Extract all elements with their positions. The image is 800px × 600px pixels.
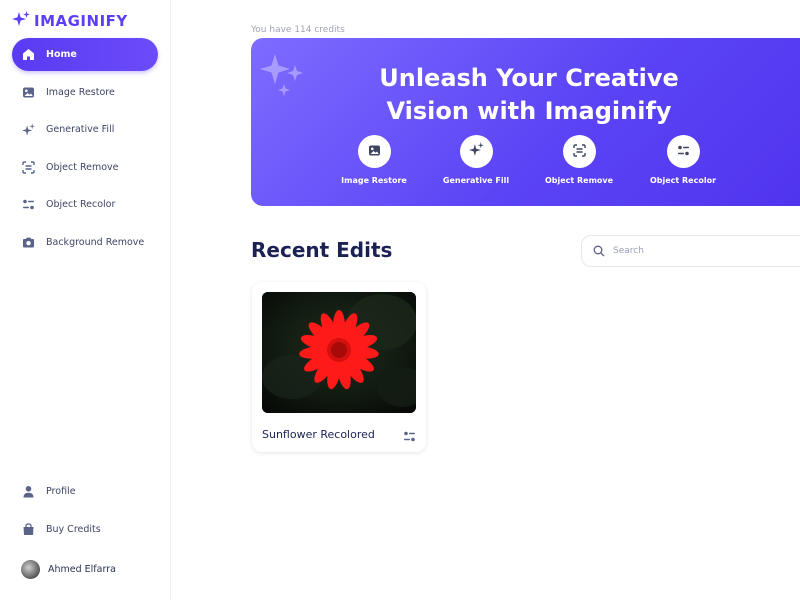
tool-image-restore[interactable]: Image Restore	[329, 135, 419, 185]
tool-generative-fill[interactable]: Generative Fill	[431, 135, 521, 185]
scan-icon	[572, 142, 586, 161]
sidebar-item-home[interactable]: Home	[12, 38, 158, 71]
sidebar: IMAGINIFY Home Image Restore Generative …	[0, 0, 171, 600]
sparkles-icon	[468, 142, 484, 161]
tool-object-remove[interactable]: Object Remove	[534, 135, 624, 185]
tool-label: Object Remove	[544, 176, 614, 185]
sidebar-item-object-recolor[interactable]: Object Recolor	[12, 188, 158, 221]
hero-banner: Unleash Your Creative Vision with Imagin…	[251, 38, 800, 206]
credits-counter: You have 114 credits	[251, 25, 345, 35]
tool-label: Generative Fill	[442, 176, 510, 185]
search-input[interactable]	[613, 246, 793, 256]
card-title: Sunflower Recolored	[262, 428, 375, 441]
logo[interactable]: IMAGINIFY	[12, 11, 128, 31]
tool-object-recolor[interactable]: Object Recolor	[638, 135, 728, 185]
sidebar-item-label: Generative Fill	[46, 124, 115, 135]
image-icon	[22, 86, 35, 99]
sidebar-item-image-restore[interactable]: Image Restore	[12, 76, 158, 109]
sidebar-item-buy-credits[interactable]: Buy Credits	[12, 513, 158, 546]
tool-circle[interactable]	[357, 135, 391, 168]
sidebar-item-label: Profile	[46, 486, 76, 497]
tool-circle[interactable]	[459, 135, 493, 168]
hero-title-line-1: Unleash Your Creative	[379, 64, 679, 92]
camera-icon	[22, 236, 35, 249]
sidebar-item-generative-fill[interactable]: Generative Fill	[12, 113, 158, 146]
sidebar-item-label: Object Remove	[46, 162, 119, 173]
recent-edit-card[interactable]: Sunflower Recolored	[252, 282, 426, 452]
avatar[interactable]	[21, 560, 40, 579]
sparkles-icon	[22, 123, 35, 136]
tool-label: Image Restore	[341, 176, 407, 185]
filter-icon	[403, 428, 416, 447]
sidebar-item-label: Image Restore	[46, 87, 115, 98]
sidebar-item-label: Home	[46, 49, 77, 60]
filter-icon	[22, 198, 35, 211]
hero-title-line-2: Vision with Imaginify	[386, 97, 672, 125]
sidebar-item-label: Background Remove	[46, 237, 145, 248]
search-box[interactable]	[581, 235, 800, 267]
card-thumbnail[interactable]	[262, 292, 416, 413]
search-icon	[593, 242, 605, 261]
sidebar-item-label: Buy Credits	[46, 524, 101, 535]
tool-circle[interactable]	[562, 135, 596, 168]
recent-edits-title: Recent Edits	[251, 238, 393, 262]
user-profile[interactable]: Ahmed Elfarra	[21, 560, 116, 579]
sidebar-item-object-remove[interactable]: Object Remove	[12, 151, 158, 184]
app-name: IMAGINIFY	[34, 12, 128, 30]
user-icon	[22, 485, 35, 498]
tool-circle[interactable]	[666, 135, 700, 168]
filter-icon	[677, 142, 690, 161]
home-icon	[22, 48, 35, 61]
image-icon	[368, 142, 381, 161]
scan-icon	[22, 161, 35, 174]
user-name: Ahmed Elfarra	[48, 564, 116, 575]
sidebar-item-background-remove[interactable]: Background Remove	[12, 226, 158, 259]
tool-label: Object Recolor	[649, 176, 717, 185]
bag-icon	[22, 523, 35, 536]
sidebar-item-label: Object Recolor	[46, 199, 116, 210]
sparkles-logo-icon	[12, 11, 30, 31]
sidebar-item-profile[interactable]: Profile	[12, 475, 158, 508]
hero-title: Unleash Your Creative Vision with Imagin…	[251, 62, 800, 128]
